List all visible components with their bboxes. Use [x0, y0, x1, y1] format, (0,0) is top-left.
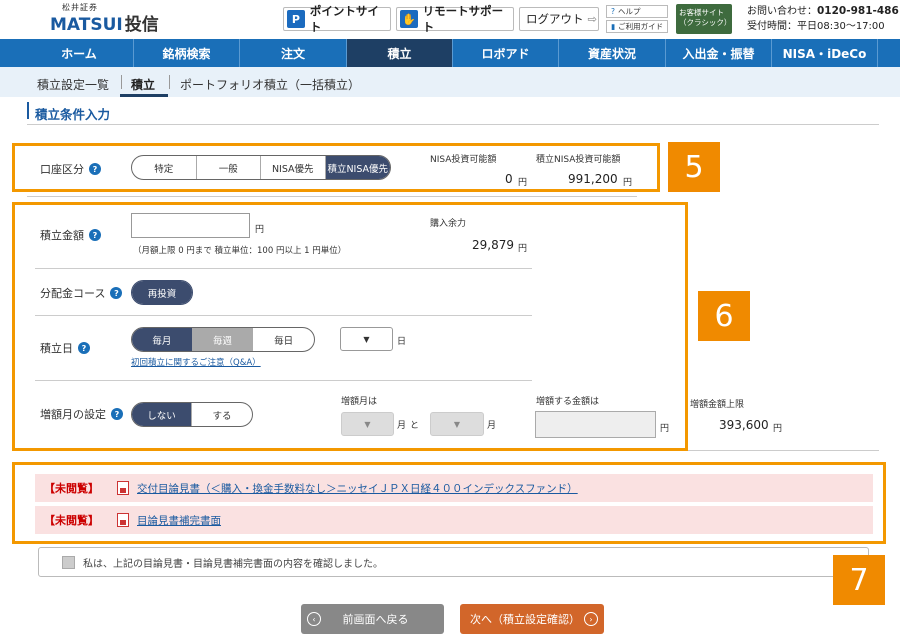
contact-phone: 0120-981-486: [817, 5, 899, 17]
classic-line2: （クラシック）: [679, 18, 732, 27]
chevron-right-icon: ›: [584, 612, 598, 626]
subnav-active-indicator: [120, 94, 168, 97]
logo-text: MATSUI: [50, 15, 123, 35]
contact-label: お問い合わせ：: [747, 6, 817, 17]
nav-nisa[interactable]: NISA・iDeCo: [772, 39, 878, 67]
nav-assets[interactable]: 資産状況: [559, 39, 666, 67]
subnav-divider: [169, 75, 170, 89]
help-icon: ?: [611, 7, 615, 16]
guide-button[interactable]: ▮ ご利用ガイド: [606, 20, 668, 33]
chevron-left-icon: ‹: [307, 612, 321, 626]
section-divider: [27, 124, 879, 125]
classic-line1: お客様サイト: [679, 8, 724, 17]
logout-button[interactable]: ログアウト ⇨: [519, 7, 599, 31]
highlight-frame-6: [12, 202, 688, 451]
highlight-frame-7: [12, 462, 886, 544]
section-accent: [27, 102, 29, 119]
nav-search[interactable]: 銘柄検索: [134, 39, 240, 67]
help-label: ヘルプ: [617, 7, 641, 16]
subnav-list[interactable]: 積立設定一覧: [37, 76, 109, 93]
subnav-tsumitate[interactable]: 積立: [131, 76, 155, 93]
logout-icon: ⇨: [587, 12, 598, 26]
nav-deposit[interactable]: 入出金・振替: [666, 39, 772, 67]
contact-hours: 受付時間：平日08:30～17:00: [747, 21, 885, 32]
marker-5: 5: [668, 142, 720, 192]
logout-label: ログアウト: [526, 12, 584, 26]
section-title: 積立条件入力: [35, 107, 111, 122]
marker-6: 6: [698, 291, 750, 341]
shield-icon: ▮: [611, 22, 616, 31]
point-site-button[interactable]: P ポイントサイト: [283, 4, 391, 34]
marker-7: 7: [833, 555, 885, 605]
logo: MATSUI 投信: [50, 10, 159, 35]
subnav-portfolio[interactable]: ポートフォリオ積立（一括積立）: [180, 76, 360, 93]
back-label: 前画面へ戻る: [342, 613, 409, 626]
confirm-checkbox[interactable]: [62, 555, 75, 569]
subnav-divider: [121, 75, 122, 89]
nav-tsumitate[interactable]: 積立: [347, 39, 453, 67]
increase-limit-value: 393,600: [719, 418, 769, 432]
hand-icon: ✋: [400, 10, 418, 28]
back-button[interactable]: ‹ 前画面へ戻る: [301, 604, 444, 634]
classic-site-button[interactable]: お客様サイト （クラシック）: [676, 4, 732, 34]
main-nav: ホーム 銘柄検索 注文 積立 ロボアド 資産状況 入出金・振替 NISA・iDe…: [0, 39, 900, 67]
row-divider: [27, 196, 637, 197]
point-icon: P: [287, 10, 305, 28]
increase-limit-label: 増額金額上限: [690, 400, 745, 410]
remote-support-label: リモートサポート: [422, 4, 504, 34]
confirm-checkbox-row[interactable]: 私は、上記の目論見書・目論見書補完書面の内容を確認しました。: [38, 547, 869, 577]
nav-home[interactable]: ホーム: [25, 39, 134, 67]
guide-label: ご利用ガイド: [618, 22, 664, 31]
nav-order[interactable]: 注文: [240, 39, 347, 67]
yen-unit: 円: [773, 424, 783, 434]
point-site-label: ポイントサイト: [309, 4, 379, 34]
next-button[interactable]: 次へ（積立設定確認） ›: [460, 604, 604, 634]
confirm-text: 私は、上記の目論見書・目論見書補完書面の内容を確認しました。: [83, 558, 383, 570]
contact-info: お問い合わせ：0120-981-486 受付時間：平日08:30～17:00: [747, 4, 899, 34]
remote-support-button[interactable]: ✋ リモートサポート: [396, 4, 514, 34]
logo-kanji: 投信: [124, 15, 159, 35]
next-label: 次へ（積立設定確認）: [470, 613, 580, 626]
highlight-frame-5: [12, 143, 660, 192]
help-button[interactable]: ? ヘルプ: [606, 5, 668, 18]
nav-roboad[interactable]: ロボアド: [453, 39, 559, 67]
